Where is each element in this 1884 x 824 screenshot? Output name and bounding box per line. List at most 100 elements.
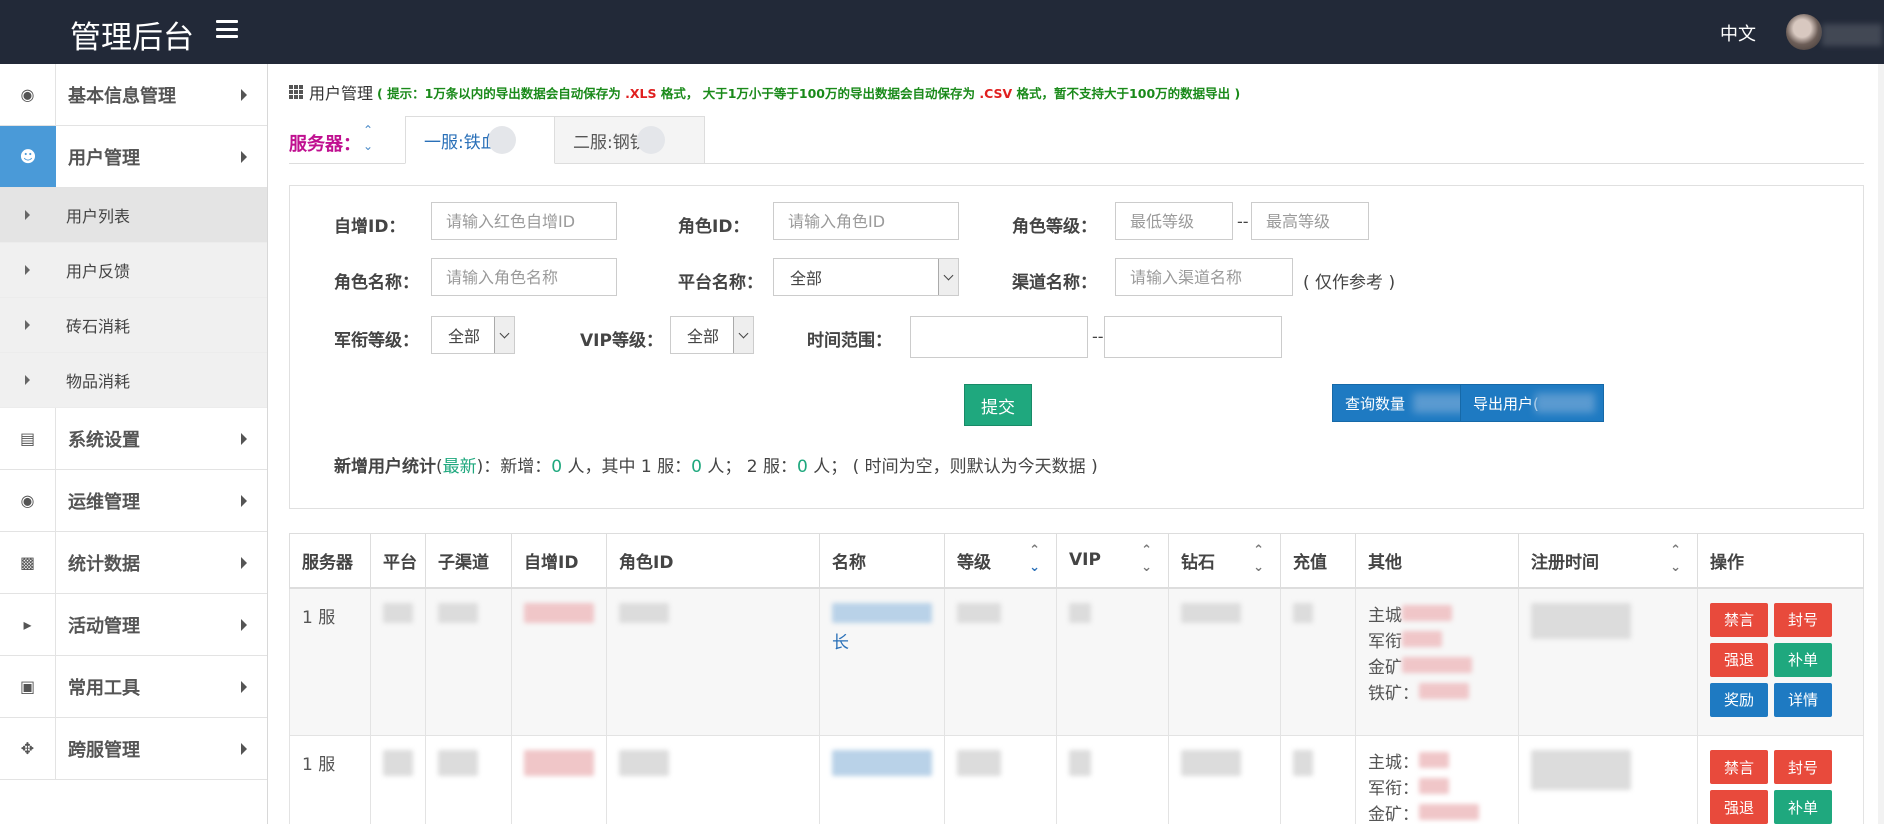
sidebar-subitem-user-list[interactable]: 用户列表 xyxy=(0,188,267,243)
caret-right-icon xyxy=(25,265,30,275)
language-switch[interactable]: 中文 xyxy=(1720,20,1756,46)
role-id-input[interactable] xyxy=(773,202,959,240)
cell-diamond xyxy=(1168,735,1281,824)
col-level[interactable]: 等级 ⌃ ⌄ xyxy=(944,533,1057,589)
sidebar-item-label: 活动管理 xyxy=(68,615,140,637)
auto-id-label: 自增ID： xyxy=(334,217,406,237)
tip-csv: .CSV xyxy=(979,85,1013,101)
mute-button[interactable]: 禁言 xyxy=(1710,602,1768,637)
min-level-input[interactable] xyxy=(1115,202,1233,240)
other-line: 军衔： xyxy=(1368,776,1506,802)
sidebar-item-statistics[interactable]: ▩ 统计数据 xyxy=(0,532,267,594)
sort-arrows-icon[interactable]: ⌃ ⌄ xyxy=(363,122,373,154)
vip-level-select[interactable]: 全部 xyxy=(670,316,754,354)
sort-icon[interactable]: ⌃ ⌄ xyxy=(1670,542,1681,576)
tab-server-2[interactable]: 二服:钢铁 xyxy=(555,116,705,164)
auto-id-input[interactable] xyxy=(431,202,617,240)
tab-server-1[interactable]: 一服:铁血 xyxy=(405,116,555,164)
kick-button[interactable]: 强退 xyxy=(1710,642,1768,677)
caret-right-icon xyxy=(25,375,30,385)
cell-register-time xyxy=(1518,735,1698,824)
other-list: 主城： 军衔： 金矿： xyxy=(1368,750,1506,824)
platform-label: 平台名称： xyxy=(678,273,763,293)
chevron-right-icon xyxy=(241,150,247,163)
cell-other: 主城 军衔 金矿 铁矿： xyxy=(1355,587,1519,736)
start-time-input[interactable] xyxy=(910,316,1088,358)
sidebar-subitem-item-usage[interactable]: 物品消耗 xyxy=(0,353,267,408)
sort-icon[interactable]: ⌃ ⌄ xyxy=(1141,542,1152,576)
avatar[interactable] xyxy=(1786,14,1822,50)
blurred-text xyxy=(1402,604,1452,621)
mute-button[interactable]: 禁言 xyxy=(1710,750,1768,784)
cell-name[interactable] xyxy=(819,735,945,824)
role-name-input[interactable] xyxy=(431,258,617,296)
page-title: 用户管理 xyxy=(309,84,374,103)
top-bar: 管理后台 中文 xyxy=(0,0,1884,64)
sort-icon[interactable]: ⌃ ⌄ xyxy=(1029,542,1040,576)
cell-role-id xyxy=(606,587,820,736)
sort-icon[interactable]: ⌃ ⌄ xyxy=(1253,542,1264,576)
stats-text: 人，其中 1 服： xyxy=(562,457,692,477)
sidebar-item-basic-info[interactable]: ◉ 基本信息管理 xyxy=(0,64,267,126)
page-scrollbar[interactable] xyxy=(1878,64,1884,824)
stats-text: 人； ( 时间为空，则默认为今天数据 ) xyxy=(807,457,1098,477)
reissue-order-button[interactable]: 补单 xyxy=(1774,642,1832,677)
chevron-right-icon xyxy=(241,680,247,693)
cell-subchannel xyxy=(425,735,512,824)
military-level-select[interactable]: 全部 xyxy=(431,316,515,354)
cell-name[interactable]: 长 xyxy=(819,587,945,736)
blurred-text xyxy=(1419,778,1449,794)
select-value: 全部 xyxy=(687,327,720,346)
submit-button[interactable]: 提交 xyxy=(964,384,1032,426)
server-tabs: 服务器： ⌃ ⌄ 一服:铁血 二服:钢铁 xyxy=(289,116,1864,164)
sidebar-item-ops[interactable]: ◉ 运维管理 xyxy=(0,470,267,532)
col-vip[interactable]: VIP ⌃ ⌄ xyxy=(1056,533,1169,589)
reissue-order-button[interactable]: 补单 xyxy=(1774,790,1832,824)
details-button[interactable]: 详情 xyxy=(1774,682,1832,717)
menu-toggle-icon[interactable] xyxy=(216,20,238,38)
col-auto-id: 自增ID xyxy=(511,533,607,589)
col-register-time[interactable]: 注册时间 ⌃ ⌄ xyxy=(1518,533,1698,589)
col-label: VIP xyxy=(1069,550,1101,571)
ban-button[interactable]: 封号 xyxy=(1774,750,1832,784)
col-subchannel: 子渠道 xyxy=(425,533,512,589)
bar-chart-icon: ▩ xyxy=(0,532,56,593)
table-header-row: 服务器 平台 子渠道 自增ID 角色ID 名称 等级 ⌃ ⌄ VIP ⌃ ⌄ 钻石 ⌃ ⌄ … xyxy=(289,533,1864,589)
blurred-text xyxy=(1069,750,1091,776)
cell-auto-id xyxy=(511,735,607,824)
sidebar-item-user-management[interactable]: ☻ 用户管理 xyxy=(0,126,267,188)
col-other: 其他 xyxy=(1355,533,1519,589)
sidebar-item-system-settings[interactable]: ▤ 系统设置 xyxy=(0,408,267,470)
sidebar-item-label: 用户管理 xyxy=(68,147,140,169)
file-icon: ▤ xyxy=(0,408,56,469)
military-level-label: 军衔等级： xyxy=(334,331,419,351)
col-diamond[interactable]: 钻石 ⌃ ⌄ xyxy=(1168,533,1281,589)
channel-input[interactable] xyxy=(1115,258,1293,296)
blurred-text xyxy=(1419,682,1469,699)
max-level-input[interactable] xyxy=(1251,202,1369,240)
sidebar-item-tools[interactable]: ▣ 常用工具 xyxy=(0,656,267,718)
name-link[interactable]: 长 xyxy=(832,633,849,653)
ban-button[interactable]: 封号 xyxy=(1774,602,1832,637)
cell-level xyxy=(944,587,1057,736)
cell-diamond xyxy=(1168,587,1281,736)
other-line: 金矿 xyxy=(1368,655,1506,681)
blurred-text xyxy=(1531,602,1631,639)
kick-button[interactable]: 强退 xyxy=(1710,790,1768,824)
blurred-text xyxy=(619,750,669,776)
sidebar-subitem-diamond-usage[interactable]: 砖石消耗 xyxy=(0,298,267,353)
stats-latest-link[interactable]: 最新 xyxy=(443,457,477,477)
blurred-text xyxy=(1402,656,1472,673)
platform-select[interactable]: 全部 xyxy=(773,258,959,296)
export-users-button[interactable]: 导出用户( xyxy=(1460,384,1604,422)
end-time-input[interactable] xyxy=(1104,316,1282,358)
chevron-down-icon xyxy=(733,317,753,353)
blurred-text xyxy=(1402,630,1442,647)
sidebar-subitem-user-feedback[interactable]: 用户反馈 xyxy=(0,243,267,298)
cell-auto-id xyxy=(511,587,607,736)
range-dash: -- xyxy=(1092,327,1104,346)
sidebar-item-cross-server[interactable]: ✥ 跨服管理 xyxy=(0,718,267,780)
reward-button[interactable]: 奖励 xyxy=(1710,682,1768,717)
action-buttons: 禁言 封号 强退 补单 xyxy=(1710,750,1851,824)
sidebar-item-activities[interactable]: ▸ 活动管理 xyxy=(0,594,267,656)
